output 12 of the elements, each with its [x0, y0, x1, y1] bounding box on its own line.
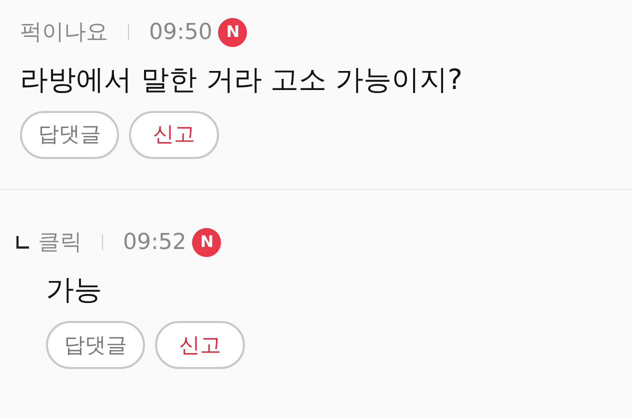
- comment-time: 09:50: [149, 18, 212, 46]
- report-button[interactable]: 신고: [129, 111, 219, 160]
- author-name: 클릭: [38, 228, 82, 257]
- author-name: 퍽이나요: [20, 18, 108, 46]
- reply-button[interactable]: 답댓글: [20, 111, 119, 160]
- comment-text: 가능: [46, 272, 103, 308]
- comment-time: 09:52: [123, 228, 186, 257]
- new-badge: N: [192, 228, 222, 257]
- report-button[interactable]: 신고: [155, 321, 245, 370]
- reply-button[interactable]: 답댓글: [46, 321, 145, 370]
- new-badge: N: [218, 18, 248, 46]
- comment-text: 라방에서 말한 거라 고소 가능이지?: [20, 62, 464, 98]
